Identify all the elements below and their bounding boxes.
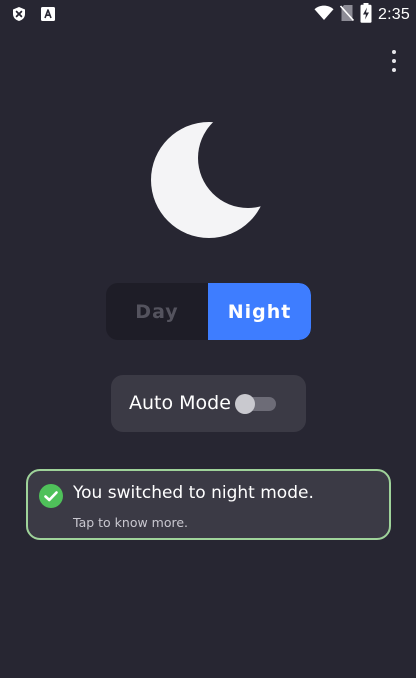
more-vert-icon[interactable] <box>386 50 402 72</box>
status-bar: 2:35 <box>0 0 416 30</box>
toggle-thumb <box>235 394 255 414</box>
font-a-icon <box>40 6 56 22</box>
menu-dot <box>392 50 396 54</box>
auto-mode-card: Auto Mode <box>111 375 306 432</box>
night-mode-toast[interactable]: You switched to night mode. Tap to know … <box>26 469 391 540</box>
toast-subtitle: Tap to know more. <box>73 515 189 530</box>
auto-mode-label: Auto Mode <box>129 392 231 414</box>
clock: 2:35 <box>378 6 410 23</box>
wifi-icon <box>314 5 334 26</box>
battery-charging-icon <box>360 2 372 28</box>
auto-mode-toggle[interactable] <box>235 394 277 414</box>
shield-x-icon <box>11 6 27 22</box>
night-button[interactable]: Night <box>208 283 311 340</box>
status-icons: 2:35 <box>314 2 410 28</box>
day-button[interactable]: Day <box>106 283 208 340</box>
toast-title: You switched to night mode. <box>73 483 314 503</box>
menu-dot <box>392 59 396 63</box>
moon-icon <box>150 120 270 240</box>
mode-switch: Day Night <box>106 283 311 340</box>
no-sim-icon <box>339 4 355 27</box>
check-circle-icon <box>39 484 63 508</box>
menu-dot <box>392 68 396 72</box>
